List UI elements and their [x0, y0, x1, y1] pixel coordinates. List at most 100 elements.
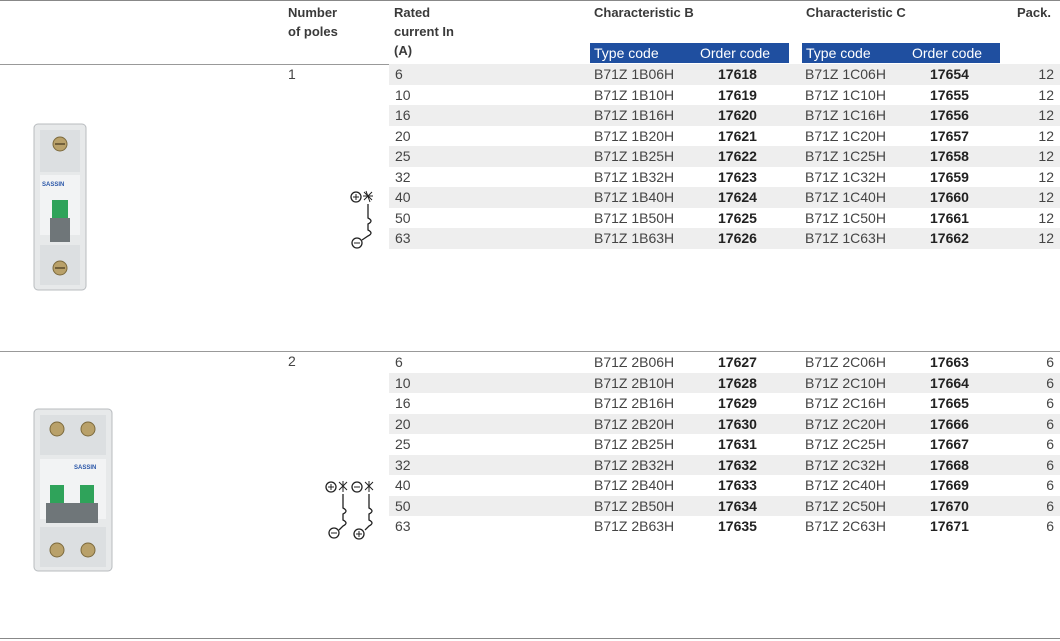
header-characteristic-c: Characteristic C	[806, 5, 906, 20]
order-code-c: 17671	[930, 518, 969, 534]
type-code-b: B71Z 2B50H	[594, 497, 675, 514]
pack-qty: 12	[1038, 230, 1054, 246]
type-code-c: B71Z 1C10H	[805, 86, 886, 103]
order-code-b: 17632	[718, 456, 757, 473]
type-code-b: B71Z 1B16H	[594, 107, 675, 123]
rated-current: 25	[395, 436, 411, 452]
order-code-label-c: Order code	[912, 45, 983, 61]
rated-current: 25	[395, 148, 411, 164]
table-row: 25 B71Z 1B25H 17622 B71Z 1C25H 17658 12	[389, 146, 1060, 167]
mcb-1-pole-photo: SASSIN	[33, 123, 87, 291]
type-code-b: B71Z 1B25H	[594, 148, 675, 164]
type-code-b: B71Z 2B32H	[594, 456, 675, 473]
table-group-2: 6 B71Z 2B06H 17627 B71Z 2C06H 17663 6 10 B71Z …	[389, 352, 1060, 537]
order-code-b: 17634	[718, 497, 757, 514]
rated-current: 6	[395, 66, 403, 82]
type-code-c: B71Z 2C32H	[805, 456, 886, 473]
pack-qty: 6	[1046, 497, 1054, 514]
table-row: 40 B71Z 2B40H 17633 B71Z 2C40H 17669 6	[389, 475, 1060, 496]
order-code-c: 17664	[930, 374, 969, 391]
pack-qty: 12	[1038, 86, 1054, 103]
pack-qty: 12	[1038, 189, 1054, 205]
type-code-b: B71Z 2B06H	[594, 354, 675, 370]
pack-qty: 12	[1038, 148, 1054, 164]
type-code-c: B71Z 2C40H	[805, 477, 886, 493]
type-code-c: B71Z 1C63H	[805, 230, 886, 246]
rated-current: 10	[395, 374, 411, 391]
type-code-c: B71Z 1C40H	[805, 189, 886, 205]
header-poles: Number of poles	[288, 3, 338, 41]
brand-label: SASSIN	[42, 182, 64, 188]
circuit-symbol-1-pole	[350, 190, 373, 249]
type-code-label-c: Type code	[806, 45, 871, 61]
order-code-c: 17657	[930, 127, 969, 144]
type-code-c: B71Z 1C25H	[805, 148, 886, 164]
type-code-b: B71Z 1B63H	[594, 230, 675, 246]
table-row: 20 B71Z 1B20H 17621 B71Z 1C20H 17657 12	[389, 126, 1060, 147]
table-row: 63 B71Z 1B63H 17626 B71Z 1C63H 17662 12	[389, 228, 1060, 249]
code-header-b: Type code Order code	[590, 43, 789, 63]
pack-qty: 12	[1038, 107, 1054, 123]
rated-current: 40	[395, 477, 411, 493]
order-code-b: 17628	[718, 374, 757, 391]
type-code-c: B71Z 2C10H	[805, 374, 886, 391]
table-row: 40 B71Z 1B40H 17624 B71Z 1C40H 17660 12	[389, 187, 1060, 208]
type-code-c: B71Z 1C20H	[805, 127, 886, 144]
pack-qty: 12	[1038, 66, 1054, 82]
table-row: 6 B71Z 1B06H 17618 B71Z 1C06H 17654 12	[389, 64, 1060, 85]
header-rated-line1: Rated	[394, 5, 431, 20]
rated-current: 6	[395, 354, 403, 370]
order-code-c: 17655	[930, 86, 969, 103]
order-code-b: 17622	[718, 148, 757, 164]
pack-qty: 12	[1038, 168, 1054, 185]
order-code-b: 17631	[718, 436, 757, 452]
type-code-c: B71Z 2C25H	[805, 436, 886, 452]
header-poles-line2: of poles	[288, 24, 338, 39]
pack-qty: 6	[1046, 436, 1054, 452]
type-code-c: B71Z 2C06H	[805, 354, 886, 370]
table-row: 6 B71Z 2B06H 17627 B71Z 2C06H 17663 6	[389, 352, 1060, 373]
order-code-b: 17620	[718, 107, 757, 123]
order-code-b: 17635	[718, 518, 757, 534]
type-code-b: B71Z 1B50H	[594, 209, 675, 226]
table-row: 16 B71Z 2B16H 17629 B71Z 2C16H 17665 6	[389, 393, 1060, 414]
rated-current: 16	[395, 107, 411, 123]
type-code-label-b: Type code	[594, 45, 659, 61]
top-rule	[0, 0, 1060, 1]
pack-qty: 6	[1046, 518, 1054, 534]
table-row: 10 B71Z 1B10H 17619 B71Z 1C10H 17655 12	[389, 85, 1060, 106]
header-rated-current: Rated current In (A)	[394, 3, 454, 60]
order-code-c: 17665	[930, 395, 969, 411]
type-code-c: B71Z 1C50H	[805, 209, 886, 226]
type-code-c: B71Z 2C63H	[805, 518, 886, 534]
header-characteristic-b: Characteristic B	[594, 5, 694, 20]
header-rated-line3: (A)	[394, 43, 413, 58]
type-code-b: B71Z 2B10H	[594, 374, 675, 391]
type-code-b: B71Z 1B32H	[594, 168, 675, 185]
pack-qty: 6	[1046, 354, 1054, 370]
type-code-b: B71Z 2B16H	[594, 395, 675, 411]
order-code-c: 17660	[930, 189, 969, 205]
table-row: 32 B71Z 2B32H 17632 B71Z 2C32H 17668 6	[389, 454, 1060, 475]
pack-qty: 6	[1046, 415, 1054, 432]
type-code-c: B71Z 1C06H	[805, 66, 886, 82]
order-code-b: 17633	[718, 477, 757, 493]
type-code-c: B71Z 2C16H	[805, 395, 886, 411]
order-code-b: 17630	[718, 415, 757, 432]
table-row: 63 B71Z 2B63H 17635 B71Z 2C63H 17671 6	[389, 516, 1060, 537]
rated-current: 40	[395, 189, 411, 205]
order-code-c: 17667	[930, 436, 969, 452]
order-code-b: 17623	[718, 168, 757, 185]
order-code-label-b: Order code	[700, 45, 771, 61]
order-code-c: 17668	[930, 456, 969, 473]
pack-qty: 12	[1038, 127, 1054, 144]
poles-value: 2	[288, 353, 296, 369]
order-code-b: 17625	[718, 209, 757, 226]
header-poles-line1: Number	[288, 5, 338, 20]
rated-current: 32	[395, 456, 411, 473]
order-code-b: 17619	[718, 86, 757, 103]
type-code-b: B71Z 1B06H	[594, 66, 675, 82]
order-code-c: 17662	[930, 230, 969, 246]
code-header-c: Type code Order code	[802, 43, 1000, 63]
order-code-b: 17618	[718, 66, 757, 82]
